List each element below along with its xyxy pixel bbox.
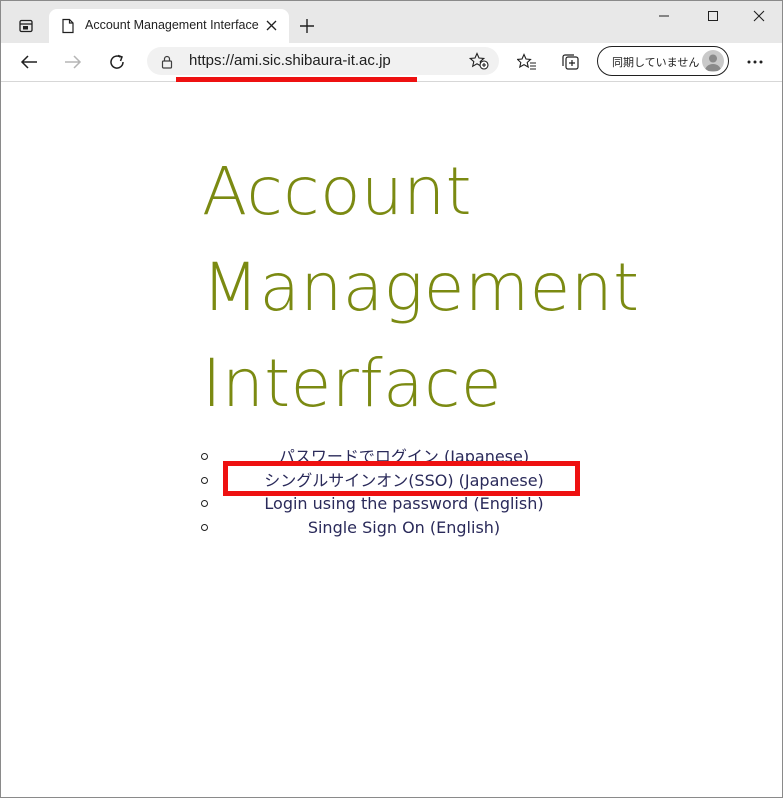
bullet-icon: [201, 500, 208, 507]
avatar-icon: [702, 50, 724, 72]
tab-actions-icon[interactable]: [11, 12, 41, 40]
page-title-line: Account: [202, 153, 472, 230]
address-bar[interactable]: https://ami.sic.shibaura-it.ac.jp: [147, 47, 499, 75]
link-sso-english[interactable]: Single Sign On (English): [209, 516, 599, 540]
document-icon: [61, 18, 75, 38]
page-title-line: Management: [202, 249, 640, 326]
back-arrow-icon[interactable]: [15, 48, 43, 76]
star-plus-icon[interactable]: [468, 52, 489, 74]
tab-title: Account Management Interface: [85, 18, 259, 32]
forward-arrow-icon[interactable]: [59, 48, 87, 76]
page-content: Account Management Interface パスワードでログイン …: [1, 82, 782, 797]
bullet-icon: [201, 476, 208, 484]
list-item: Single Sign On (English): [201, 516, 601, 540]
browser-window: Account Management Interface https://ami…: [0, 0, 783, 798]
lock-icon[interactable]: [161, 54, 173, 73]
collections-icon[interactable]: [557, 48, 585, 76]
sso-highlight-box: [223, 461, 580, 496]
more-icon[interactable]: [741, 48, 769, 76]
url-text[interactable]: https://ami.sic.shibaura-it.ac.jp: [189, 52, 391, 69]
close-icon[interactable]: [263, 17, 279, 33]
maximize-icon[interactable]: [690, 1, 736, 31]
close-icon[interactable]: [736, 1, 782, 31]
minimize-icon[interactable]: [641, 1, 687, 31]
page-title: Account Management Interface: [202, 144, 639, 432]
bullet-icon: [201, 523, 208, 531]
profile-status-label: 同期していません: [612, 56, 700, 69]
browser-tab[interactable]: Account Management Interface: [49, 9, 289, 43]
page-title-line: Interface: [202, 345, 502, 422]
refresh-icon[interactable]: [103, 48, 131, 76]
favorites-icon[interactable]: [513, 48, 541, 76]
profile-button[interactable]: 同期していません: [597, 46, 729, 76]
plus-icon[interactable]: [297, 16, 317, 36]
bullet-icon: [201, 453, 208, 460]
title-bar: Account Management Interface: [1, 1, 782, 43]
